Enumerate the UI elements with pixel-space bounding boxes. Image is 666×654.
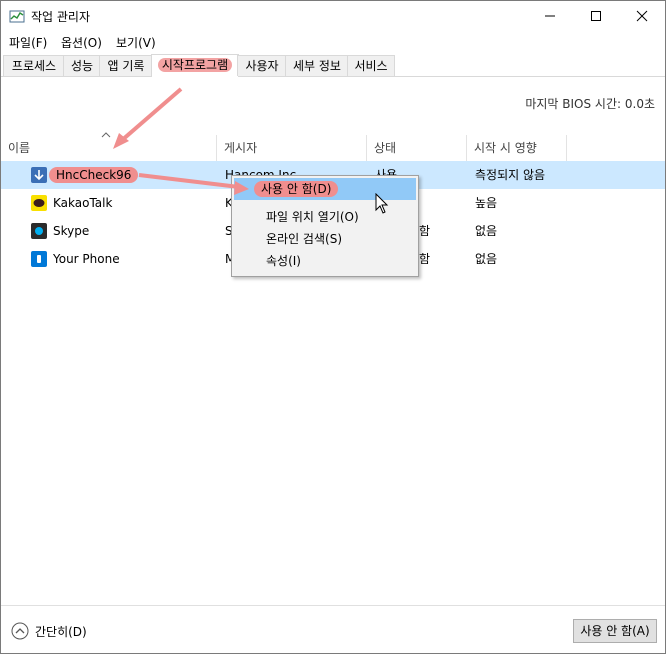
footer: 간단히(D) 사용 안 함(A) [1, 605, 665, 654]
chevron-up-circle-icon [11, 622, 29, 640]
fewer-details-label: 간단히(D) [35, 624, 87, 639]
disable-button[interactable]: 사용 안 함(A) [573, 619, 657, 643]
task-manager-window: 작업 관리자 파일(F) 옵션(O) 보기(V) 프로세스 성능 앱 기록 시작… [0, 0, 666, 654]
annotation-arrows [113, 87, 249, 195]
fewer-details-link[interactable]: 간단히(D) [11, 622, 87, 640]
